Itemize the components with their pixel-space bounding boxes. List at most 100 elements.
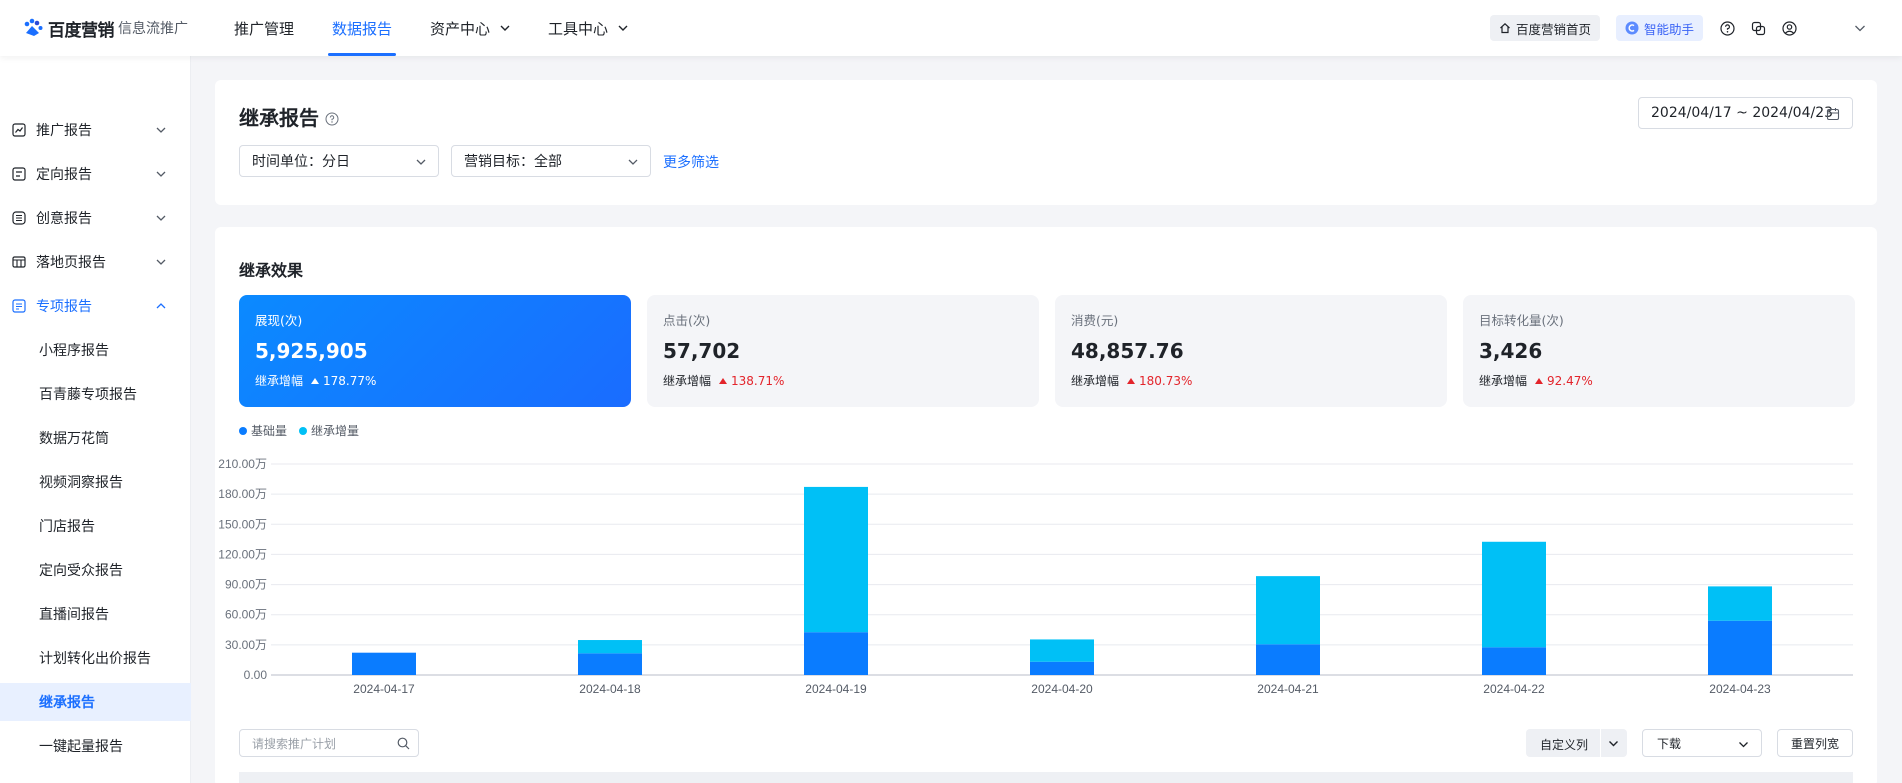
special-report-icon	[12, 299, 26, 313]
main-nav: 推广管理 数据报告 资产中心 工具中心	[230, 0, 662, 56]
brand-name: 百度营销	[48, 20, 115, 41]
metric-growth: 继承增幅 178.77%	[255, 372, 615, 389]
bar-inherited-segment[interactable]	[578, 640, 642, 654]
bar-inherited-segment[interactable]	[1708, 586, 1772, 621]
copy-switch-icon[interactable]	[1750, 20, 1766, 36]
top-nav-bar: 百度营销 信息流推广 推广管理 数据报告 资产中心 工具中心 百度营销首页 智能…	[0, 0, 1902, 56]
reset-column-width-button[interactable]: 重置列宽	[1777, 729, 1853, 757]
nav-label: 资产中心	[430, 19, 491, 38]
chevron-down-icon[interactable]	[1854, 22, 1866, 34]
ai-assistant-icon	[1625, 21, 1639, 35]
sidebar-item-store-report[interactable]: 门店报告	[0, 507, 191, 545]
home-link-button[interactable]: 百度营销首页	[1489, 15, 1600, 41]
sidebar-item-label: 小程序报告	[39, 343, 109, 359]
metric-value: 57,702	[663, 339, 741, 363]
effect-card: 继承效果 展现(次) 5,925,905 继承增幅 178.77% 点击(次) 5…	[215, 227, 1877, 783]
landing-page-icon	[12, 256, 26, 268]
nav-tool-center[interactable]: 工具中心	[544, 0, 632, 56]
chevron-down-icon	[628, 159, 638, 165]
nav-promotion-management[interactable]: 推广管理	[230, 0, 298, 56]
bar-base-segment[interactable]	[578, 653, 642, 675]
sidebar-group-label: 专项报告	[36, 299, 92, 315]
metric-label: 展现(次)	[255, 313, 303, 328]
legend-label: 基础量	[251, 424, 288, 438]
download-label: 下载	[1657, 736, 1682, 751]
filter-card: 继承报告 2024/04/17 ~ 2024/04/23 时间单位：分日 营销目…	[215, 80, 1877, 205]
date-range-picker[interactable]: 2024/04/17 ~ 2024/04/23	[1638, 97, 1853, 129]
bar-base-segment[interactable]	[1256, 644, 1320, 675]
sidebar-item-conversion-bid-report[interactable]: 计划转化出价报告	[0, 639, 191, 677]
sidebar-item-label: 继承报告	[39, 695, 95, 711]
metric-growth: 继承增幅 92.47%	[1479, 372, 1839, 389]
sidebar-item-live-room-report[interactable]: 直播间报告	[0, 595, 191, 633]
bar-inherited-segment[interactable]	[1256, 576, 1320, 645]
sidebar-item-audience-report[interactable]: 定向受众报告	[0, 551, 191, 589]
sidebar-item-label: 百青藤专项报告	[39, 387, 137, 403]
sidebar-item-one-click-boost-report[interactable]: 一键起量报告	[0, 727, 191, 765]
x-tick-label: 2024-04-23	[1709, 682, 1771, 696]
growth-label: 继承增幅	[663, 374, 712, 388]
sidebar-group-creative-report[interactable]: 创意报告	[0, 198, 191, 238]
metric-growth: 继承增幅 138.71%	[663, 372, 1023, 389]
x-tick-label: 2024-04-20	[1031, 682, 1093, 696]
time-unit-select[interactable]: 时间单位：分日	[239, 145, 439, 177]
sidebar-group-promotion-report[interactable]: 推广报告	[0, 110, 191, 150]
custom-columns-button[interactable]: 自定义列	[1526, 729, 1627, 757]
sidebar-group-label: 定向报告	[36, 167, 92, 183]
nav-asset-center[interactable]: 资产中心	[426, 0, 514, 56]
growth-value: 138.71%	[731, 373, 785, 388]
user-avatar-icon[interactable]	[1781, 20, 1797, 36]
bar-base-segment[interactable]	[1482, 647, 1546, 675]
sidebar-item-video-insight-report[interactable]: 视频洞察报告	[0, 463, 191, 501]
growth-value: 178.77%	[323, 373, 377, 388]
bar-inherited-segment[interactable]	[1030, 639, 1094, 662]
sidebar-item-data-kaleidoscope[interactable]: 数据万花筒	[0, 419, 191, 457]
help-icon[interactable]	[1719, 20, 1735, 36]
metric-value: 3,426	[1479, 339, 1543, 363]
search-placeholder: 请搜索推广计划	[252, 736, 337, 751]
bar-base-segment[interactable]	[352, 652, 416, 675]
more-filters-link[interactable]: 更多筛选	[663, 152, 719, 172]
nav-data-report[interactable]: 数据报告	[328, 0, 397, 56]
metric-card-cost[interactable]: 消费(元) 48,857.76 继承增幅 180.73%	[1055, 295, 1447, 407]
up-arrow-icon	[719, 377, 728, 384]
help-circle-icon[interactable]	[325, 112, 339, 126]
sidebar-group-landing-page-report[interactable]: 落地页报告	[0, 242, 191, 282]
x-tick-label: 2024-04-17	[353, 682, 415, 696]
download-select[interactable]: 下载	[1642, 729, 1762, 757]
button-divider	[1600, 729, 1601, 757]
bar-base-segment[interactable]	[1708, 620, 1772, 675]
ai-assistant-button[interactable]: 智能助手	[1615, 15, 1703, 41]
bar-base-segment[interactable]	[1030, 661, 1094, 675]
nav-label: 推广管理	[234, 19, 295, 38]
sidebar-item-inheritance-report[interactable]: 继承报告	[0, 683, 191, 721]
y-tick-label: 30.00万	[225, 638, 267, 652]
chevron-down-icon	[156, 171, 166, 177]
sidebar-group-special-report[interactable]: 专项报告	[0, 286, 191, 326]
sidebar-item-mini-program-report[interactable]: 小程序报告	[0, 331, 191, 369]
x-tick-label: 2024-04-21	[1257, 682, 1319, 696]
metric-card-clicks[interactable]: 点击(次) 57,702 继承增幅 138.71%	[647, 295, 1039, 407]
sidebar-item-baiqingteng-report[interactable]: 百青藤专项报告	[0, 375, 191, 413]
bar-base-segment[interactable]	[804, 632, 868, 675]
chevron-down-icon[interactable]	[1608, 738, 1619, 749]
search-icon[interactable]	[397, 737, 410, 750]
plan-search-input[interactable]: 请搜索推广计划	[239, 729, 419, 757]
marketing-goal-select[interactable]: 营销目标：全部	[451, 145, 651, 177]
legend-item-base[interactable]: 基础量	[239, 422, 287, 439]
legend-item-inherited[interactable]: 继承增量	[299, 422, 359, 439]
bar-inherited-segment[interactable]	[804, 486, 868, 633]
sidebar-item-label: 视频洞察报告	[39, 475, 123, 491]
metric-card-conversions[interactable]: 目标转化量(次) 3,426 继承增幅 92.47%	[1463, 295, 1855, 407]
brand-logo[interactable]: 百度营销 信息流推广	[22, 16, 202, 41]
bar-inherited-segment[interactable]	[1482, 541, 1546, 648]
growth-label: 继承增幅	[1479, 374, 1528, 388]
y-tick-label: 0.00	[244, 668, 268, 682]
metric-growth: 继承增幅 180.73%	[1071, 372, 1431, 389]
growth-label: 继承增幅	[1071, 374, 1120, 388]
chart-report-icon	[12, 123, 26, 137]
metric-card-impressions[interactable]: 展现(次) 5,925,905 继承增幅 178.77%	[239, 295, 631, 407]
creative-report-icon	[12, 211, 26, 225]
sidebar-group-targeting-report[interactable]: 定向报告	[0, 154, 191, 194]
up-arrow-icon	[1127, 377, 1136, 384]
